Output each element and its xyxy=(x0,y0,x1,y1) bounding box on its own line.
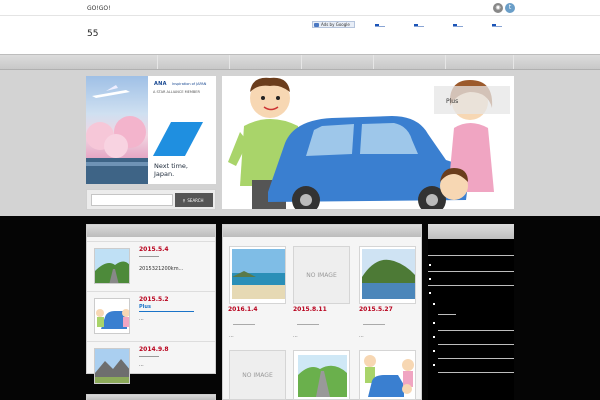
sidebar-item-bullet[interactable] xyxy=(429,292,431,294)
ad-cherry-blossom-photo xyxy=(86,76,148,184)
list-item[interactable]: 2015.5.4 2015321200km... xyxy=(87,241,215,291)
card-excerpt: ... xyxy=(293,333,298,339)
sidebar-item-bullet[interactable] xyxy=(429,278,431,280)
site-tagline: GO!GO! xyxy=(87,5,111,12)
post-thumbnail[interactable] xyxy=(94,298,130,334)
site-header: 55 Ads by Google xyxy=(0,16,600,54)
nav-item[interactable] xyxy=(302,55,374,69)
nav-item[interactable] xyxy=(374,55,446,69)
sidebar-divider xyxy=(428,255,514,256)
ads-by-google-tag[interactable]: Ads by Google xyxy=(312,21,355,28)
ad-choice-icon xyxy=(314,23,319,27)
sidebar-subitem-bullet[interactable] xyxy=(433,364,435,366)
sidebar-divider xyxy=(428,285,514,286)
nav-item[interactable] xyxy=(86,55,158,69)
card-title-line xyxy=(297,324,319,325)
sidebar-sub-divider xyxy=(438,344,514,345)
search-form: ⚲ SEARCH xyxy=(86,189,216,210)
sidebar-divider xyxy=(428,271,514,272)
post-date: 2015.5.2 xyxy=(139,296,169,303)
post-thumbnail[interactable] xyxy=(94,348,130,384)
list-item[interactable]: 2014.9.8 ... xyxy=(87,341,215,391)
ad-copy: Next time, Japan. xyxy=(154,162,188,178)
sidebar-subitem-bullet[interactable] xyxy=(433,322,435,324)
ad-link[interactable] xyxy=(453,24,463,27)
article-card-thumb[interactable]: NO IMAGE xyxy=(229,350,286,400)
no-image-placeholder: NO IMAGE xyxy=(294,247,349,303)
sidebar-subitem-bullet[interactable] xyxy=(433,336,435,338)
article-card-thumb[interactable] xyxy=(359,350,416,400)
panel-header xyxy=(87,395,215,400)
sidebar-sub-divider xyxy=(438,358,514,359)
road-illustration xyxy=(294,351,349,399)
post-excerpt: ... xyxy=(139,362,144,368)
article-card-thumb[interactable] xyxy=(229,246,286,304)
ana-logo: ANA xyxy=(154,81,167,87)
list-item[interactable]: 2015.5.2 Plus ... xyxy=(87,291,215,341)
island-photo xyxy=(360,247,415,303)
card-excerpt: ... xyxy=(229,333,234,339)
card-title-line xyxy=(233,324,255,325)
ad-text-area: ANA Inspiration of JAPAN A STAR ALLIANCE… xyxy=(148,76,216,184)
no-image-placeholder: NO IMAGE xyxy=(230,351,285,399)
sidebar-sub-divider xyxy=(438,330,514,331)
panel-header xyxy=(87,225,215,237)
ad-link[interactable] xyxy=(492,24,502,27)
article-card-thumb[interactable]: NO IMAGE xyxy=(293,246,350,304)
category-underline xyxy=(139,311,194,312)
ad-link[interactable] xyxy=(375,24,385,27)
search-input[interactable] xyxy=(91,194,173,206)
sidebar-item-bullet[interactable] xyxy=(429,264,431,266)
article-card-thumb[interactable] xyxy=(359,246,416,304)
search-icon: ⚲ xyxy=(182,197,186,203)
card-date: 2015.8.11 xyxy=(293,306,327,313)
card-date: 2016.1.4 xyxy=(228,306,258,313)
card-title-line xyxy=(363,324,385,325)
recent-posts-panel: 2015.5.4 2015321200km... 2015.5.2 Plus .… xyxy=(86,224,300,384)
post-date: 2015.5.4 xyxy=(139,246,169,253)
nav-item[interactable] xyxy=(158,55,230,69)
top-bar: GO!GO! ◉ t xyxy=(0,0,600,16)
next-panel xyxy=(86,394,216,400)
site-title[interactable]: 55 xyxy=(87,29,98,39)
nav-item[interactable] xyxy=(446,55,514,69)
star-alliance-text: A STAR ALLIANCE MEMBER xyxy=(153,90,200,94)
sidebar-widget xyxy=(428,224,514,400)
post-thumbnail[interactable] xyxy=(94,248,130,284)
divider-line xyxy=(139,356,159,357)
sidebar-subitem-bullet[interactable] xyxy=(433,303,435,305)
search-button[interactable]: ⚲ SEARCH xyxy=(175,193,213,207)
post-date: 2014.9.8 xyxy=(139,346,169,353)
card-date: 2015.5.27 xyxy=(359,306,393,313)
post-excerpt: ... xyxy=(139,316,144,322)
family-car-thumb xyxy=(360,351,415,399)
main-nav xyxy=(0,54,600,70)
rss-icon[interactable]: ◉ xyxy=(493,3,503,13)
card-excerpt: ... xyxy=(359,333,364,339)
sidebar-sub-divider xyxy=(438,314,456,315)
sidebar-header xyxy=(428,224,514,239)
ad-blue-shape xyxy=(152,122,204,156)
sidebar-subitem-bullet[interactable] xyxy=(433,350,435,352)
ana-banner-ad[interactable]: ANA Inspiration of JAPAN A STAR ALLIANCE… xyxy=(86,76,216,184)
post-category-link[interactable]: Plus xyxy=(139,304,151,310)
ad-link[interactable] xyxy=(414,24,424,27)
nav-item[interactable] xyxy=(230,55,302,69)
hero-slider[interactable]: Plus xyxy=(222,76,514,209)
slider-caption[interactable]: Plus xyxy=(434,86,510,114)
article-card-thumb[interactable] xyxy=(293,350,350,400)
twitter-icon[interactable]: t xyxy=(505,3,515,13)
divider-line xyxy=(139,256,159,257)
panel-header xyxy=(223,225,421,237)
post-excerpt: 2015321200km... xyxy=(139,266,184,272)
sidebar-sub-divider xyxy=(438,372,514,373)
beach-photo xyxy=(230,247,285,303)
ad-tagline: Inspiration of JAPAN xyxy=(172,82,207,86)
